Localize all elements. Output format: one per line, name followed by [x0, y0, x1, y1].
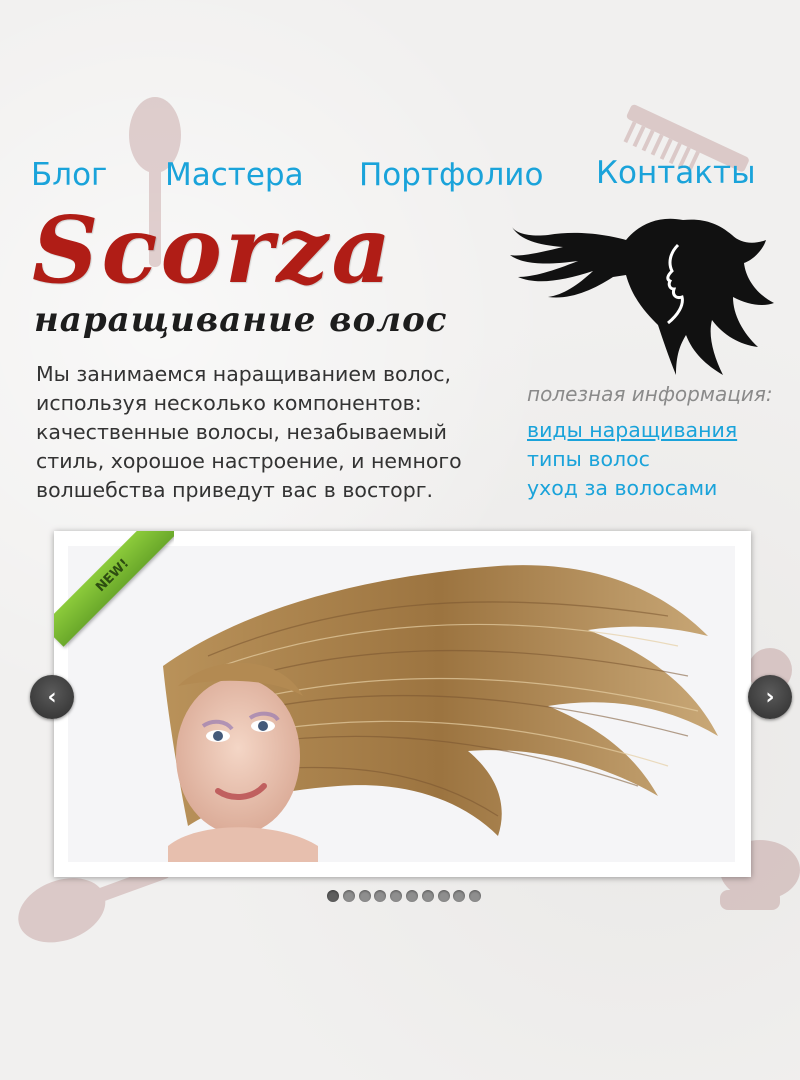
- slider-pagination: [327, 889, 485, 903]
- info-link-hair-care[interactable]: уход за волосами: [527, 474, 737, 503]
- slider-dot[interactable]: [390, 890, 403, 902]
- chevron-right-icon: ›: [765, 684, 775, 710]
- slider-dot[interactable]: [421, 890, 434, 902]
- about-text: Мы занимаемся наращиванием волос, исполь…: [36, 362, 462, 502]
- slider-dot[interactable]: [358, 890, 371, 902]
- slider-dot[interactable]: [374, 890, 387, 902]
- nav-item-portfolio[interactable]: Портфолио: [359, 157, 543, 193]
- nav-item-blog[interactable]: Блог: [31, 157, 107, 193]
- slider-dot[interactable]: [342, 890, 355, 902]
- info-link-extension-types[interactable]: виды наращивания: [527, 416, 737, 445]
- slider-dot[interactable]: [437, 890, 450, 902]
- slider-dot[interactable]: [453, 890, 466, 902]
- site-tagline: наращивание волос: [34, 300, 448, 340]
- info-link-hair-types[interactable]: типы волос: [527, 445, 737, 474]
- info-links: виды наращивания типы волос уход за воло…: [527, 416, 737, 503]
- nav-item-contacts[interactable]: Контакты: [596, 155, 756, 191]
- site-logo[interactable]: Scorza: [32, 196, 394, 304]
- slider-dot[interactable]: [327, 890, 339, 902]
- chevron-left-icon: ‹: [47, 684, 57, 710]
- slider-dot[interactable]: [405, 890, 418, 902]
- nav-item-masters[interactable]: Мастера: [165, 157, 304, 193]
- info-title: полезная информация:: [527, 382, 773, 406]
- slider-prev-button[interactable]: ‹: [30, 675, 74, 719]
- slider-dot[interactable]: [469, 890, 482, 902]
- new-badge: NEW!: [54, 531, 174, 647]
- new-ribbon: NEW!: [54, 531, 174, 651]
- hair-silhouette-icon: [510, 218, 774, 375]
- slider-next-button[interactable]: ›: [748, 675, 792, 719]
